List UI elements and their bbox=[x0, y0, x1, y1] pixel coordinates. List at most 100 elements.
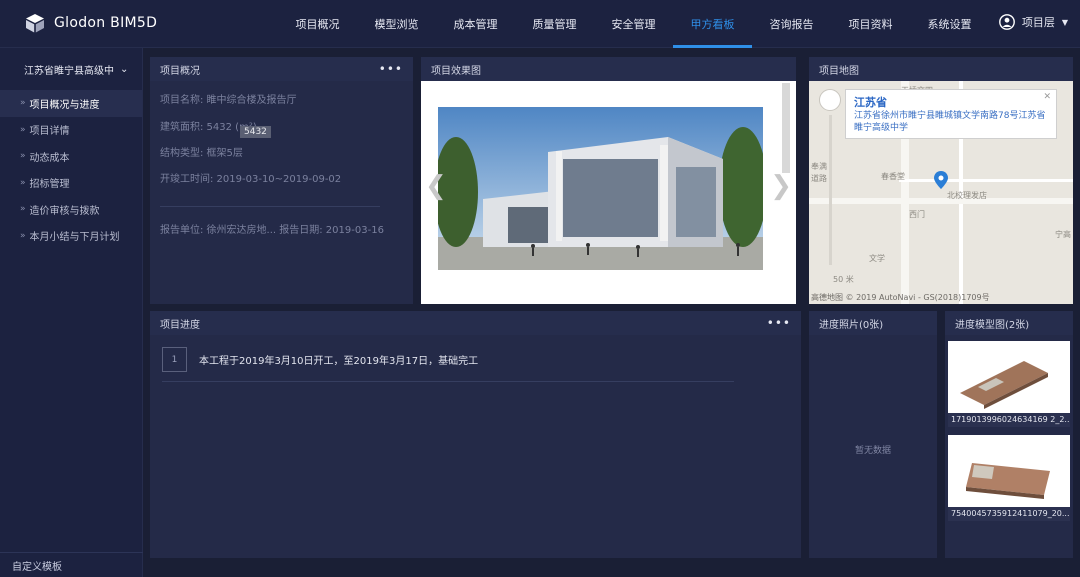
nav-system-settings[interactable]: 系统设置 bbox=[910, 0, 989, 48]
project-progress-panel: 项目进度 ••• 1 本工程于2019年3月10日开工，至2019年3月17日，… bbox=[150, 311, 801, 558]
nav-project-overview[interactable]: 项目概况 bbox=[278, 0, 357, 48]
bullet-icon: » bbox=[20, 151, 26, 162]
project-overview-panel: 项目概况 ••• 项目名称: 睢中综合楼及报告厅 建筑面积: 5432 (m²)… bbox=[150, 57, 413, 304]
sidebar: 江苏省睢宁县高级中 ⌄ » 项目概况与进度 » 项目详情 » 动态成本 » 招标… bbox=[0, 48, 143, 577]
org-selector[interactable]: 江苏省睢宁县高级中 ⌄ bbox=[0, 48, 142, 90]
model-thumbnail[interactable]: 7540045735912411079_20... bbox=[948, 435, 1070, 521]
panel-title: 项目效果图 bbox=[431, 65, 481, 77]
sidebar-item-label: 项目概况与进度 bbox=[29, 99, 100, 111]
map-label: 北校理发店 bbox=[947, 191, 987, 200]
map-label: 西门 bbox=[909, 210, 925, 219]
nav-consult-report[interactable]: 咨询报告 bbox=[752, 0, 831, 48]
nav-project-docs[interactable]: 项目资料 bbox=[831, 0, 910, 48]
popup-address: 江苏省徐州市睢宁县睢城镇文学南路78号江苏省睢宁高级中学 bbox=[854, 111, 1046, 133]
zoom-slider[interactable] bbox=[828, 115, 832, 265]
org-selector-label: 江苏省睢宁县高级中 bbox=[24, 65, 114, 77]
map-copyright: 高德地图 © 2019 AutoNavi - GS(2018)1709号 bbox=[811, 293, 990, 302]
nav-cost-management[interactable]: 成本管理 bbox=[436, 0, 515, 48]
panel-title: 项目地图 bbox=[819, 65, 859, 77]
panel-header: 进度模型图(2张) bbox=[945, 311, 1073, 335]
panel-title: 进度照片(0张) bbox=[819, 319, 884, 331]
sidebar-item-label: 招标管理 bbox=[29, 179, 70, 191]
map-pan-icon[interactable] bbox=[819, 89, 841, 111]
map-label: 宁高 bbox=[1055, 230, 1071, 239]
sidebar-item-label: 本月小结与下月计划 bbox=[29, 232, 120, 244]
sidebar-item-cost-audit[interactable]: » 造价审核与拨款 bbox=[0, 196, 142, 223]
map-road bbox=[809, 198, 1073, 204]
sidebar-item-label: 造价审核与拨款 bbox=[29, 205, 100, 217]
divider bbox=[160, 206, 380, 207]
popup-title: 江苏省 bbox=[854, 96, 887, 109]
bullet-icon: » bbox=[20, 204, 26, 215]
report-info: 报告单位: 徐州宏达房地... 报告日期: 2019-03-16 bbox=[160, 225, 384, 236]
project-name: 项目名称: 睢中综合楼及报告厅 bbox=[160, 95, 297, 106]
app-logo[interactable]: Glodon BIM5D bbox=[24, 12, 157, 34]
map-label: 春香堂 bbox=[881, 172, 905, 181]
bullet-icon: » bbox=[20, 124, 26, 135]
thumbnail-caption: 1719013996024634169 2_2... bbox=[948, 413, 1070, 427]
model-preview-image bbox=[966, 463, 1050, 499]
entry-index: 1 bbox=[162, 347, 187, 372]
panel-header: 项目进度 ••• bbox=[150, 311, 801, 335]
carousel-next-arrow[interactable]: ❯ bbox=[770, 171, 792, 201]
map-info-popup: 江苏省 江苏省徐州市睢宁县睢城镇文学南路78号江苏省睢宁高级中学 ✕ bbox=[845, 89, 1057, 139]
map-view[interactable]: 天桥文四 春香堂 北校理发店 西门 奉满 道路 文学 50 米 宁高 江苏省 江… bbox=[809, 81, 1073, 304]
model-thumbnail[interactable]: 1719013996024634169 2_2... bbox=[948, 341, 1070, 427]
map-road bbox=[899, 179, 1073, 182]
map-label: 文学 bbox=[869, 254, 885, 263]
progress-photos-panel: 进度照片(0张) 暂无数据 bbox=[809, 311, 937, 558]
sidebar-item-bidding[interactable]: » 招标管理 bbox=[0, 170, 142, 197]
close-icon[interactable]: ✕ bbox=[1043, 92, 1051, 102]
project-map-panel: 项目地图 天桥文四 春香堂 北校理发店 西门 奉满 道路 文学 50 米 宁高 … bbox=[809, 57, 1073, 304]
project-rendering-panel: 项目效果图 ❮ ❯ bbox=[421, 57, 796, 304]
progress-entry: 1 本工程于2019年3月10日开工，至2019年3月17日，基础完工 bbox=[162, 347, 478, 372]
top-bar: Glodon BIM5D 项目概况 模型浏览 成本管理 质量管理 安全管理 甲方… bbox=[0, 0, 1080, 48]
empty-state: 暂无数据 bbox=[854, 446, 891, 456]
area-tooltip: 5432 bbox=[240, 126, 271, 138]
main-nav: 项目概况 模型浏览 成本管理 质量管理 安全管理 甲方看板 咨询报告 项目资料 … bbox=[278, 0, 989, 48]
panel-header: 项目概况 ••• bbox=[150, 57, 413, 81]
rendering-carousel: ❮ ❯ bbox=[421, 81, 796, 304]
entry-text: 本工程于2019年3月10日开工，至2019年3月17日，基础完工 bbox=[199, 356, 479, 367]
user-name: 项目层 bbox=[1021, 16, 1055, 29]
panel-header: 进度照片(0张) bbox=[809, 311, 937, 335]
app-title: Glodon BIM5D bbox=[54, 15, 158, 31]
panel-title: 项目概况 bbox=[160, 65, 200, 77]
user-avatar-icon bbox=[998, 14, 1015, 30]
cube-logo-icon bbox=[26, 14, 44, 33]
panel-title: 项目进度 bbox=[160, 319, 200, 331]
progress-model-panel: 进度模型图(2张) 1719013996024634169 2_2... 754… bbox=[945, 311, 1073, 558]
nav-owner-dashboard[interactable]: 甲方看板 bbox=[673, 0, 752, 48]
carousel-prev-arrow[interactable]: ❮ bbox=[425, 171, 447, 201]
sidebar-item-dynamic-cost[interactable]: » 动态成本 bbox=[0, 143, 142, 170]
panel-title: 进度模型图(2张) bbox=[955, 319, 1030, 331]
bullet-icon: » bbox=[20, 98, 26, 109]
nav-quality-management[interactable]: 质量管理 bbox=[515, 0, 594, 48]
construction-dates: 开竣工时间: 2019-03-10~2019-09-02 bbox=[160, 174, 342, 185]
location-pin-icon[interactable] bbox=[934, 171, 948, 189]
bullet-icon: » bbox=[20, 177, 26, 188]
user-menu[interactable]: 项目层 ▼ bbox=[998, 14, 1068, 30]
vertical-scrollbar[interactable] bbox=[782, 83, 790, 173]
thumbnail-caption: 7540045735912411079_20... bbox=[948, 507, 1070, 521]
panel-header: 项目效果图 bbox=[421, 57, 796, 81]
caret-down-icon: ▼ bbox=[1061, 17, 1068, 27]
chevron-down-icon: ⌄ bbox=[120, 63, 129, 75]
map-zoom-control[interactable] bbox=[819, 89, 841, 274]
nav-safety-management[interactable]: 安全管理 bbox=[594, 0, 673, 48]
building-rendering-image bbox=[438, 107, 763, 270]
bullet-icon: » bbox=[20, 230, 26, 241]
structure-type: 结构类型: 框架5层 bbox=[160, 148, 243, 159]
sidebar-item-monthly-plan[interactable]: » 本月小结与下月计划 bbox=[0, 223, 142, 250]
sidebar-item-overview-progress[interactable]: » 项目概况与进度 bbox=[0, 90, 142, 117]
sidebar-item-label: 项目详情 bbox=[29, 126, 70, 138]
map-scale: 50 米 bbox=[833, 275, 854, 284]
more-options-icon[interactable]: ••• bbox=[767, 316, 791, 330]
more-options-icon[interactable]: ••• bbox=[379, 62, 403, 76]
sidebar-item-project-details[interactable]: » 项目详情 bbox=[0, 117, 142, 144]
custom-template-button[interactable]: 自定义模板 bbox=[0, 552, 143, 577]
sidebar-item-label: 动态成本 bbox=[29, 152, 70, 164]
nav-model-browse[interactable]: 模型浏览 bbox=[357, 0, 436, 48]
panel-header: 项目地图 bbox=[809, 57, 1073, 81]
model-preview-image bbox=[960, 361, 1048, 409]
